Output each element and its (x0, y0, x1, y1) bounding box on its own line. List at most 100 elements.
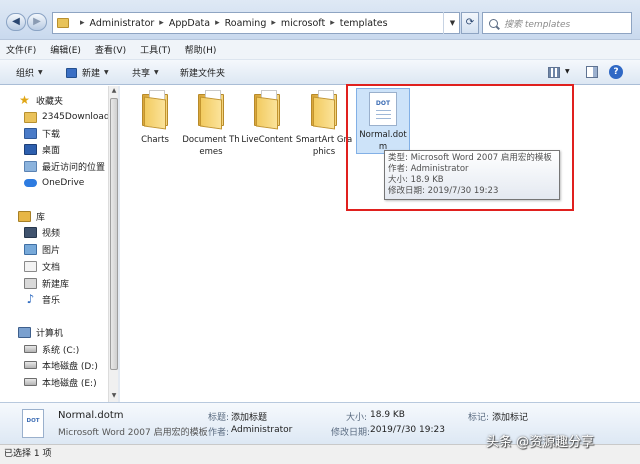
breadcrumb-item[interactable]: AppData (169, 18, 210, 29)
search-placeholder: 搜索 templates (504, 19, 571, 30)
document-icon (24, 260, 37, 272)
help-icon[interactable]: ? (609, 65, 623, 79)
nav-item-drive-e[interactable]: 本地磁盘 (E:) (24, 374, 97, 390)
details-tag-value[interactable]: 添加标记 (492, 410, 528, 423)
scrollbar-thumb[interactable] (110, 98, 118, 370)
chevron-right-icon: ▸ (215, 18, 220, 28)
nav-item-label: 文档 (42, 262, 61, 273)
folder-label: Document Themes (182, 135, 240, 157)
refresh-button[interactable]: ⟳ (461, 12, 479, 34)
details-file-name: Normal.dotm (58, 410, 124, 421)
menu-tools[interactable]: 工具(T) (140, 43, 171, 56)
file-icon-text: DOT (26, 418, 40, 424)
chevron-down-icon: ▼ (154, 69, 159, 76)
nav-item-label: 新建库 (42, 279, 70, 290)
recent-places-icon (24, 160, 37, 172)
search-input[interactable]: 搜索 templates (482, 12, 632, 34)
share-button[interactable]: 共享 ▼ (132, 66, 159, 79)
nav-item-pictures[interactable]: 图片 (24, 241, 60, 257)
nav-item-label: 下载 (42, 129, 61, 140)
folder-icon (57, 18, 69, 28)
chevron-right-icon: ▸ (271, 18, 276, 28)
folder-icon (24, 111, 37, 123)
search-icon (489, 18, 498, 28)
address-box[interactable]: ▸ Administrator ▸ AppData ▸ Roaming ▸ mi… (52, 12, 460, 34)
menu-file[interactable]: 文件(F) (6, 43, 36, 56)
nav-computer-label: 计算机 (36, 328, 64, 339)
nav-scrollbar[interactable]: ▲ ▼ (108, 86, 118, 402)
folder-charts[interactable]: Charts (126, 90, 184, 146)
chevron-down-icon[interactable]: ▼ (443, 12, 461, 34)
details-author-value[interactable]: Administrator (231, 425, 292, 435)
nav-item-2345downloads[interactable]: 2345Downloads (24, 109, 114, 125)
nav-item-desktop[interactable]: 桌面 (24, 141, 60, 157)
menu-bar: 文件(F) 编辑(E) 查看(V) 工具(T) 帮助(H) (0, 40, 640, 60)
back-button[interactable]: ◀ (6, 13, 26, 31)
address-bar-row: ◀ ▶ ▸ Administrator ▸ AppData ▸ Roaming … (0, 0, 640, 40)
navigation-pane: ★ 收藏夹 2345Downloads 下载 桌面 最近访问的位置 OneDri… (0, 86, 118, 402)
nav-item-recent[interactable]: 最近访问的位置 (24, 158, 105, 174)
folder-document-themes[interactable]: Document Themes (182, 90, 240, 158)
nav-favorites-label: 收藏夹 (36, 96, 64, 107)
breadcrumb-item[interactable]: Roaming (225, 18, 267, 29)
nav-item-label: 系统 (C:) (42, 345, 80, 356)
nav-library[interactable]: 库 (18, 208, 45, 224)
nav-item-drive-d[interactable]: 本地磁盘 (D:) (24, 357, 98, 373)
chevron-down-icon: ▼ (104, 69, 109, 76)
new-label: 新建 (82, 69, 101, 79)
menu-edit[interactable]: 编辑(E) (50, 43, 81, 56)
organize-label: 组织 (16, 69, 35, 79)
nav-item-label: 图片 (42, 245, 61, 256)
drive-icon (24, 378, 37, 386)
download-icon (24, 127, 37, 139)
video-icon (24, 226, 37, 238)
view-options-icon[interactable] (548, 67, 560, 78)
nav-favorites[interactable]: ★ 收藏夹 (18, 92, 63, 108)
command-bar: 组织 ▼ 新建 ▼ 共享 ▼ 新建文件夹 ▼ ? (0, 60, 640, 85)
nav-library-label: 库 (36, 212, 46, 223)
forward-button[interactable]: ▶ (27, 13, 47, 31)
cloud-icon (24, 179, 37, 187)
nav-item-downloads[interactable]: 下载 (24, 125, 60, 141)
nav-computer[interactable]: 计算机 (18, 324, 63, 340)
nav-item-label: 音乐 (42, 295, 61, 306)
nav-item-drive-c[interactable]: 系统 (C:) (24, 341, 79, 357)
details-tag-key: 标记: (468, 413, 490, 423)
menu-help[interactable]: 帮助(H) (185, 43, 217, 56)
nav-item-label: 最近访问的位置 (42, 162, 106, 173)
nav-item-onedrive[interactable]: OneDrive (24, 175, 84, 191)
new-button[interactable]: 新建 ▼ (66, 66, 109, 79)
details-size-value: 18.9 KB (370, 410, 405, 420)
nav-item-label: 视频 (42, 228, 61, 239)
chevron-down-icon: ▼ (38, 69, 43, 76)
details-title-key: 标题: (208, 413, 230, 423)
details-author-key: 作者: (208, 428, 230, 438)
folder-icon (309, 90, 339, 130)
details-title-value[interactable]: 添加标题 (231, 410, 267, 423)
folder-livecontent[interactable]: LiveContent (238, 90, 296, 146)
breadcrumb-item[interactable]: Administrator (90, 18, 155, 29)
folder-smartart-graphics[interactable]: SmartArt Graphics (295, 90, 353, 158)
watermark: 头条 @资源趣分享 (486, 435, 595, 450)
new-document-icon (66, 67, 77, 78)
nav-item-music[interactable]: ♪ 音乐 (24, 291, 60, 307)
details-size-key: 大小: (346, 413, 368, 423)
preview-pane-icon[interactable] (586, 66, 598, 78)
menu-view[interactable]: 查看(V) (95, 43, 126, 56)
nav-item-label: OneDrive (42, 178, 85, 188)
new-folder-button[interactable]: 新建文件夹 (180, 66, 225, 79)
library-icon (24, 277, 37, 289)
nav-item-new-library[interactable]: 新建库 (24, 275, 69, 291)
word-template-icon: DOT (22, 409, 44, 438)
breadcrumb-item[interactable]: templates (340, 18, 388, 29)
breadcrumb-item[interactable]: microsoft (281, 18, 325, 29)
organize-button[interactable]: 组织 ▼ (16, 66, 43, 79)
music-icon: ♪ (26, 291, 35, 306)
folder-label: LiveContent (241, 135, 293, 145)
chevron-down-icon[interactable]: ▼ (565, 68, 570, 75)
nav-item-videos[interactable]: 视频 (24, 224, 60, 240)
desktop-icon (24, 143, 37, 155)
nav-item-documents[interactable]: 文档 (24, 258, 60, 274)
drive-icon (24, 345, 37, 353)
computer-icon (18, 326, 31, 338)
